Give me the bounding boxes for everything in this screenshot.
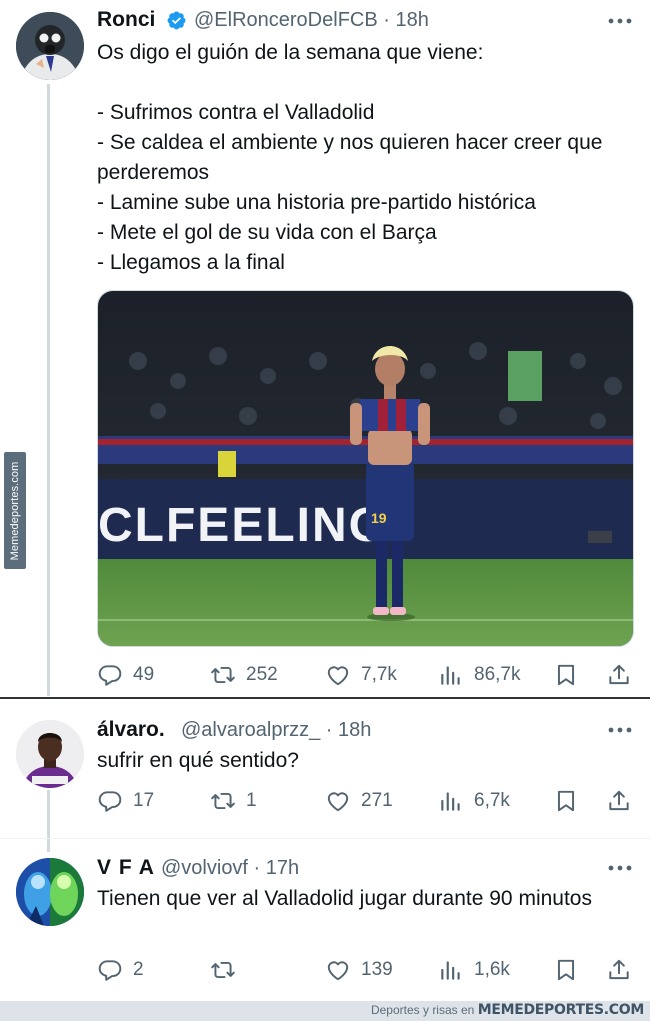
reply-button[interactable]: 49 bbox=[97, 660, 154, 690]
thread-line-mid bbox=[47, 790, 50, 852]
views-chart-icon bbox=[441, 792, 460, 811]
avatar[interactable] bbox=[16, 12, 84, 80]
stadium-board-text: CLFEELING bbox=[98, 499, 388, 552]
like-count: 7,7k bbox=[361, 664, 397, 685]
share-button[interactable] bbox=[606, 660, 632, 690]
reply-count: 17 bbox=[133, 790, 155, 811]
views-button[interactable]: 1,6k bbox=[438, 955, 510, 985]
retweet-icon bbox=[211, 961, 235, 979]
like-count: 271 bbox=[361, 790, 393, 811]
author-name[interactable]: álvaro. bbox=[97, 718, 165, 742]
shirt-number-text: 19 bbox=[371, 510, 387, 526]
share-icon bbox=[609, 790, 629, 811]
separator bbox=[0, 838, 650, 839]
like-button[interactable]: 139 bbox=[325, 955, 393, 985]
bookmark-button[interactable] bbox=[553, 955, 579, 985]
footer-watermark: Deportes y risas en MEMEDEPORTES.COM bbox=[0, 1001, 650, 1021]
author-name[interactable]: V F A bbox=[97, 856, 155, 880]
share-icon bbox=[609, 664, 629, 685]
heart-icon bbox=[327, 792, 349, 812]
like-button[interactable]: 271 bbox=[325, 786, 393, 816]
retweet-button[interactable] bbox=[210, 955, 246, 985]
author-handle[interactable]: @alvaroalprzz_ · 18h bbox=[181, 719, 371, 742]
bookmark-icon bbox=[557, 959, 575, 981]
retweet-button[interactable]: 1 bbox=[210, 786, 257, 816]
like-count: 139 bbox=[361, 959, 393, 980]
views-chart-icon bbox=[441, 961, 460, 980]
tweet-text: sufrir en qué sentido? bbox=[97, 749, 299, 772]
like-button[interactable]: 7,7k bbox=[325, 660, 397, 690]
views-button[interactable]: 6,7k bbox=[438, 786, 510, 816]
author-name[interactable]: Ronci bbox=[97, 8, 155, 32]
tweet-actions: 17 1 271 6,7k bbox=[97, 786, 637, 816]
views-count: 1,6k bbox=[474, 959, 510, 980]
retweet-count: 252 bbox=[246, 664, 278, 685]
more-options-icon[interactable] bbox=[607, 864, 633, 872]
share-icon bbox=[609, 959, 629, 980]
reply-button[interactable]: 17 bbox=[97, 786, 154, 816]
verified-badge-icon bbox=[167, 11, 186, 30]
retweet-button[interactable]: 252 bbox=[210, 660, 278, 690]
more-options-icon[interactable] bbox=[607, 17, 633, 25]
reply-count: 49 bbox=[133, 664, 155, 685]
bookmark-button[interactable] bbox=[553, 660, 579, 690]
tweet-text: Os digo el guión de la semana que viene:… bbox=[97, 41, 603, 274]
footer-tagline: Deportes y risas en bbox=[370, 1003, 475, 1017]
views-count: 6,7k bbox=[474, 790, 510, 811]
author-handle[interactable]: @volviovf · 17h bbox=[161, 857, 299, 880]
share-button[interactable] bbox=[606, 786, 632, 816]
thread-line-top bbox=[47, 84, 50, 696]
views-button[interactable]: 86,7k bbox=[438, 660, 520, 690]
tweet-text: Tienen que ver al Valladolid jugar duran… bbox=[97, 887, 592, 910]
bookmark-icon bbox=[557, 790, 575, 812]
separator bbox=[0, 697, 650, 699]
bookmark-button[interactable] bbox=[553, 786, 579, 816]
bookmark-icon bbox=[557, 664, 575, 686]
retweet-count: 1 bbox=[246, 790, 257, 811]
more-options-icon[interactable] bbox=[607, 726, 633, 734]
footer-brand: MEMEDEPORTES.COM bbox=[477, 1002, 645, 1018]
avatar[interactable] bbox=[16, 858, 84, 926]
tweet-actions: 2 139 1,6k bbox=[97, 955, 637, 985]
views-chart-icon bbox=[441, 666, 460, 685]
views-count: 86,7k bbox=[474, 664, 521, 685]
reply-icon bbox=[98, 665, 122, 686]
avatar[interactable] bbox=[16, 720, 84, 788]
retweet-icon bbox=[211, 666, 235, 684]
tweet-photo[interactable]: CLFEELING 19 bbox=[97, 290, 634, 647]
retweet-icon bbox=[211, 792, 235, 810]
reply-icon bbox=[98, 960, 122, 981]
tweet-actions: 49 252 7,7k 86,7k bbox=[97, 660, 637, 690]
author-handle[interactable]: @ElRonceroDelFCB · 18h bbox=[194, 9, 429, 32]
heart-icon bbox=[327, 666, 349, 686]
reply-button[interactable]: 2 bbox=[97, 955, 144, 985]
side-watermark: Memedeportes.com bbox=[4, 452, 26, 569]
heart-icon bbox=[327, 961, 349, 981]
reply-count: 2 bbox=[133, 959, 144, 980]
reply-icon bbox=[98, 791, 122, 812]
share-button[interactable] bbox=[606, 955, 632, 985]
